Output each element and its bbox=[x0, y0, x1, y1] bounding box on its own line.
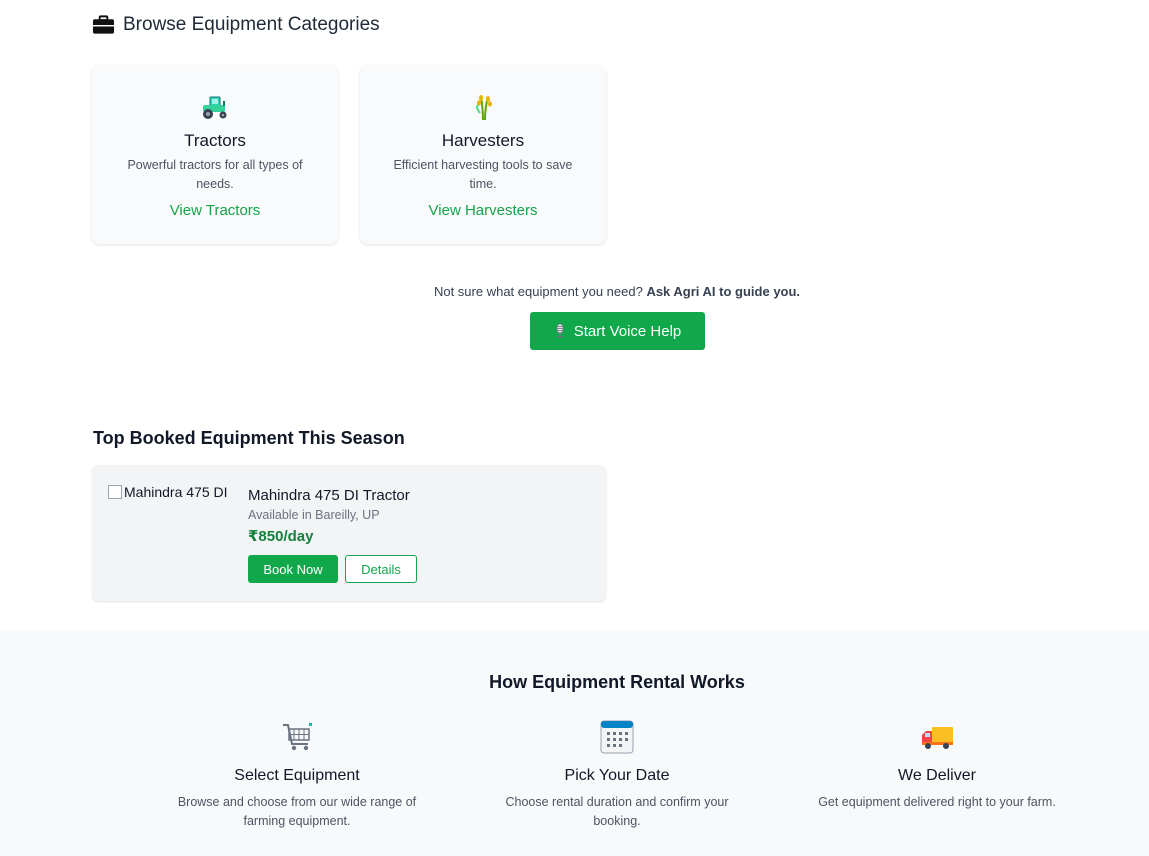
view-harvesters-link[interactable]: View Harvesters bbox=[429, 202, 538, 219]
how-it-works-section: How Equipment Rental Works Select Equipm… bbox=[0, 630, 1149, 856]
step-description: Get equipment delivered right to your fa… bbox=[818, 795, 1056, 809]
equipment-price: ₹850/day bbox=[248, 528, 314, 545]
category-description: Efficient harvesting tools to save time. bbox=[393, 158, 573, 191]
tractor-icon bbox=[203, 96, 227, 119]
details-button[interactable]: Details bbox=[345, 555, 417, 583]
categories-title-text: Browse Equipment Categories bbox=[123, 14, 380, 35]
voice-prompt-bold: Ask Agri AI to guide you. bbox=[646, 284, 801, 299]
view-tractors-link[interactable]: View Tractors bbox=[170, 202, 261, 219]
category-description: Powerful tractors for all types of needs… bbox=[127, 158, 303, 191]
category-card-harvesters[interactable]: Harvesters Efficient harvesting tools to… bbox=[360, 65, 606, 244]
equipment-card: Mahindra 475 DI Mahindra 475 DI Tractor … bbox=[92, 465, 606, 601]
step-we-deliver: We Deliver Get equipment delivered right… bbox=[797, 720, 1077, 812]
equipment-image-alt: Mahindra 475 DI bbox=[124, 484, 228, 500]
book-now-button[interactable]: Book Now bbox=[248, 555, 338, 583]
step-select-equipment: Select Equipment Browse and choose from … bbox=[157, 720, 437, 831]
step-pick-your-date: Pick Your Date Choose rental duration an… bbox=[477, 720, 757, 831]
category-name: Harvesters bbox=[441, 131, 525, 150]
shopping-cart-icon bbox=[283, 723, 312, 751]
broken-image-icon bbox=[108, 485, 122, 499]
wheat-icon bbox=[475, 95, 492, 121]
step-title: Select Equipment bbox=[234, 767, 360, 784]
delivery-truck-icon bbox=[922, 727, 953, 749]
categories-section-title: Browse Equipment Categories bbox=[92, 14, 380, 36]
step-description: Browse and choose from our wide range of… bbox=[177, 795, 417, 828]
top-booked-title: Top Booked Equipment This Season bbox=[93, 428, 405, 448]
voice-help-prompt: Not sure what equipment you need? Ask Ag… bbox=[0, 284, 1149, 299]
equipment-location: Available in Bareilly, UP bbox=[248, 508, 380, 522]
step-description: Choose rental duration and confirm your … bbox=[505, 795, 729, 828]
microphone-icon bbox=[556, 323, 564, 338]
briefcase-icon bbox=[92, 15, 115, 34]
category-card-tractors[interactable]: Tractors Powerful tractors for all types… bbox=[92, 65, 338, 244]
step-title: We Deliver bbox=[898, 767, 976, 784]
how-it-works-title: How Equipment Rental Works bbox=[489, 672, 745, 692]
equipment-image: Mahindra 475 DI bbox=[108, 484, 228, 500]
voice-prompt-text: Not sure what equipment you need? bbox=[433, 284, 643, 299]
voice-button-label: Start Voice Help bbox=[573, 322, 682, 340]
start-voice-help-button[interactable]: Start Voice Help bbox=[530, 312, 705, 350]
category-name: Tractors bbox=[184, 131, 246, 150]
calendar-icon bbox=[600, 720, 634, 754]
step-title: Pick Your Date bbox=[564, 767, 670, 784]
equipment-name: Mahindra 475 DI Tractor bbox=[248, 487, 410, 504]
